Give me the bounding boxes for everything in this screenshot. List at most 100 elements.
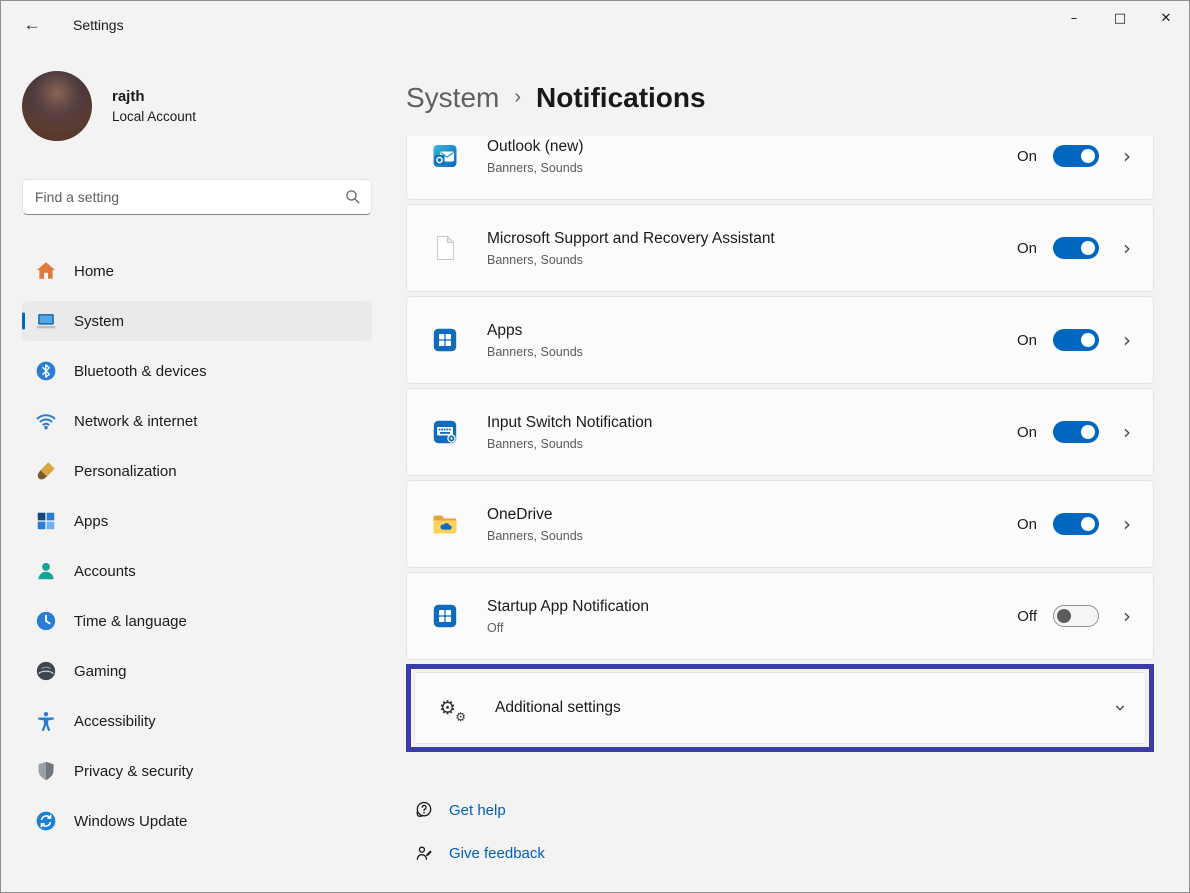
additional-settings-row[interactable]: ⚙⚙ Additional settings › [414,672,1146,744]
sidebar-item-label: Accessibility [74,713,156,730]
toggle-knob [1081,149,1095,163]
onedrive-icon [431,510,459,538]
search-input[interactable] [22,179,372,215]
chevron-right-icon[interactable]: › [1121,420,1133,444]
toggle-state-label: On [1017,516,1037,533]
sidebar-item-bluetooth-devices[interactable]: Bluetooth & devices [22,351,372,391]
chevron-down-icon[interactable]: › [1109,704,1133,712]
toggle-knob [1081,425,1095,439]
sidebar-item-windows-update[interactable]: Windows Update [22,801,372,841]
windows-update-icon [35,810,57,832]
body: rajth Local Account Home System [1,49,1189,892]
back-button[interactable]: ← [15,9,49,41]
toggle-switch[interactable] [1053,329,1099,351]
row-title: Startup App Notification [487,598,1017,616]
toggle-switch[interactable] [1053,237,1099,259]
user-name: rajth [112,88,196,105]
toggle-state-label: On [1017,332,1037,349]
notifications-list: Outlook (new) Banners, Sounds On › Micro… [406,136,1154,892]
notification-row-support-assistant[interactable]: Microsoft Support and Recovery Assistant… [406,204,1154,292]
bluetooth-icon [35,360,57,382]
sidebar-item-system[interactable]: System [22,301,372,341]
toggle-state-label: On [1017,148,1037,165]
get-help-link[interactable]: Get help [414,797,506,823]
row-subtitle: Banners, Sounds [487,529,1017,543]
toggle-switch[interactable] [1053,513,1099,535]
sidebar-item-label: Privacy & security [74,763,193,780]
gears-icon: ⚙⚙ [439,699,467,718]
give-feedback-label: Give feedback [449,845,545,862]
row-text: OneDrive Banners, Sounds [487,506,1017,543]
sidebar-item-apps[interactable]: Apps [22,501,372,541]
sidebar-item-label: Bluetooth & devices [74,363,207,380]
sidebar-nav: Home System Bluetooth & devices Network … [22,251,372,841]
row-text: Outlook (new) Banners, Sounds [487,138,1017,175]
breadcrumb-parent[interactable]: System [406,82,499,114]
small-gear-icon: ⚙ [455,711,466,723]
accessibility-icon [35,710,57,732]
apps-icon [35,510,57,532]
sidebar-item-accounts[interactable]: Accounts [22,551,372,591]
chevron-right-icon[interactable]: › [1121,604,1133,628]
row-title: Input Switch Notification [487,414,1017,432]
row-subtitle: Banners, Sounds [487,437,1017,451]
chevron-right-icon[interactable]: › [1121,236,1133,260]
sidebar-item-personalization[interactable]: Personalization [22,451,372,491]
get-help-label: Get help [449,802,506,819]
personalization-icon [35,460,57,482]
notification-row-outlook[interactable]: Outlook (new) Banners, Sounds On › [406,136,1154,200]
support-assistant-icon [431,234,459,262]
toggle-switch[interactable] [1053,421,1099,443]
settings-window: ← Settings – □ ✕ rajth Local Account [0,0,1190,893]
toggle-knob [1081,333,1095,347]
row-text: Input Switch Notification Banners, Sound… [487,414,1017,451]
search-icon [344,188,361,205]
minimize-button[interactable]: – [1051,1,1097,35]
chevron-right-icon[interactable]: › [1121,512,1133,536]
sidebar-item-gaming[interactable]: Gaming [22,651,372,691]
privacy-security-icon [35,760,57,782]
chevron-right-icon[interactable]: › [1121,144,1133,168]
sidebar-item-label: Gaming [74,663,127,680]
row-title: Apps [487,322,1017,340]
apps-grid-icon [431,326,459,354]
sidebar-item-label: Accounts [74,563,136,580]
chevron-right-icon[interactable]: › [1121,328,1133,352]
search-box [22,179,372,215]
network-icon [35,410,57,432]
sidebar-item-label: Windows Update [74,813,187,830]
row-title: Outlook (new) [487,138,1017,156]
sidebar-item-label: Time & language [74,613,187,630]
sidebar-item-home[interactable]: Home [22,251,372,291]
window-controls: – □ ✕ [1051,1,1189,35]
notification-row-input-switch[interactable]: Input Switch Notification Banners, Sound… [406,388,1154,476]
toggle-switch[interactable] [1053,145,1099,167]
sidebar-item-privacy-security[interactable]: Privacy & security [22,751,372,791]
footer-links: Get help Give feedback [414,797,1154,866]
input-switch-icon [431,418,459,446]
notification-row-startup-app[interactable]: Startup App Notification Off Off › [406,572,1154,660]
give-feedback-link[interactable]: Give feedback [414,840,545,866]
maximize-button[interactable]: □ [1097,1,1143,35]
user-account-card[interactable]: rajth Local Account [22,71,362,141]
row-title: Microsoft Support and Recovery Assistant [487,230,1017,248]
highlight-box: ⚙⚙ Additional settings › [406,664,1154,752]
feedback-icon [414,843,434,863]
window-title: Settings [73,17,124,33]
user-subtitle: Local Account [112,109,196,124]
toggle-state-label: On [1017,240,1037,257]
row-subtitle: Off [487,621,1017,635]
sidebar-item-network-internet[interactable]: Network & internet [22,401,372,441]
time-language-icon [35,610,57,632]
row-text: Apps Banners, Sounds [487,322,1017,359]
toggle-switch[interactable] [1053,605,1099,627]
breadcrumb-separator-icon: › [514,86,521,109]
sidebar-item-time-language[interactable]: Time & language [22,601,372,641]
sidebar-item-accessibility[interactable]: Accessibility [22,701,372,741]
notification-row-onedrive[interactable]: OneDrive Banners, Sounds On › [406,480,1154,568]
system-icon [35,310,57,332]
close-button[interactable]: ✕ [1143,1,1189,35]
row-text: Startup App Notification Off [487,598,1017,635]
notification-row-apps[interactable]: Apps Banners, Sounds On › [406,296,1154,384]
row-text: Microsoft Support and Recovery Assistant… [487,230,1017,267]
